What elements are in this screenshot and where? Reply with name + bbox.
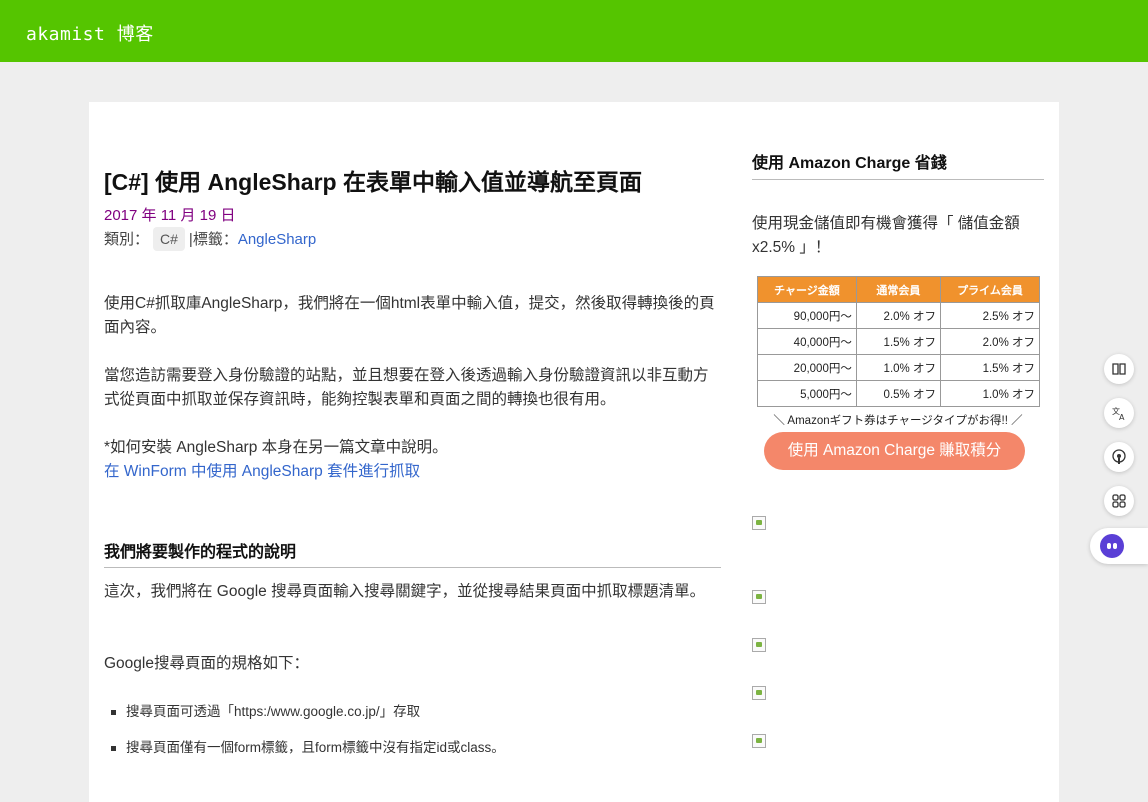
intro-paragraph: 使用C#抓取庫AngleSharp，我們將在一個html表單中輸入值，提交，然後… [104,295,715,336]
table-header: チャージ金額 [757,276,857,303]
table-cell: 2.5% オフ [939,302,1041,329]
amazon-charge-button[interactable]: 使用 Amazon Charge 賺取積分 [764,432,1025,470]
broken-image-icon[interactable] [752,638,766,652]
article: [C#] 使用 AngleSharp 在表單中輸入值並導航至頁面 2017 年 … [104,166,721,755]
table-cell: 20,000円〜 [757,354,857,381]
table-header: 通常会員 [855,276,941,303]
program-description: 這次，我們將在 Google 搜尋頁面輸入搜尋關鍵字，並從搜尋結果頁面中抓取標題… [104,583,706,600]
list-item: 搜尋頁面可透過「https:/www.google.co.jp/」存取 [104,700,721,736]
category-label: 類別： [104,231,150,248]
table-row: 20,000円〜 1.0% オフ 1.5% オフ [757,354,1041,381]
broken-image-icon[interactable] [752,686,766,700]
sidebar-text: 使用現金儲值即有機會獲得「 儲值金額x2.5% 」！ [752,215,1020,256]
article-meta: 類別： C# |標籤：AngleSharp [104,227,721,253]
site-header: akamist 博客 [0,0,1148,62]
table-cell: 5,000円〜 [757,380,857,407]
article-date: 2017 年 11 月 19 日 [104,207,236,224]
winform-article-link[interactable]: 在 WinForm 中使用 AngleSharp 套件進行抓取 [104,463,420,480]
tag-label: |標籤： [188,231,238,248]
svg-text:A: A [1119,413,1125,421]
login-paragraph: 當您造訪需要登入身份驗證的站點，並且想要在登入後透過輸入身份驗證資訊以非互動方式… [104,367,709,408]
table-cell: 0.5% オフ [855,380,941,407]
gift-note: ＼ Amazonギフト券はチャージタイプがお得!! ／ [773,415,1023,427]
tag-link[interactable]: AngleSharp [238,231,316,248]
install-note: *如何安裝 AngleSharp 本身在另一篇文章中說明。 在 WinForm … [104,436,721,484]
spec-list: 搜尋頁面可透過「https:/www.google.co.jp/」存取 搜尋頁面… [104,700,721,772]
broken-image-icon[interactable] [752,590,766,604]
category-link[interactable]: C# [153,227,185,251]
table-cell: 2.0% オフ [939,328,1041,355]
table-cell: 1.0% オフ [855,354,941,381]
install-note-text: *如何安裝 AngleSharp 本身在另一篇文章中說明。 [104,439,448,456]
table-cell: 1.0% オフ [939,380,1041,407]
assistant-button[interactable] [1090,528,1148,564]
table-header-row: チャージ金額 通常会員 プライム会員 [757,276,1041,303]
table-header: プライム会員 [939,276,1041,303]
section-heading: 我們將要製作的程式的說明 [104,542,721,568]
table-cell: 2.0% オフ [855,302,941,329]
apps-icon[interactable] [1104,486,1134,516]
site-title[interactable]: akamist 博客 [26,20,154,46]
sidebar-heading: 使用 Amazon Charge 省錢 [752,152,1044,180]
book-icon[interactable] [1104,354,1134,384]
broken-image-icon[interactable] [752,734,766,748]
translate-icon[interactable]: 文A [1104,398,1134,428]
table-row: 90,000円〜 2.0% オフ 2.5% オフ [757,302,1041,329]
sidebar: 使用 Amazon Charge 省錢 使用現金儲值即有機會獲得「 儲值金額x2… [752,152,1044,470]
broken-image-icon[interactable] [752,516,766,530]
table-row: 5,000円〜 0.5% オフ 1.0% オフ [757,380,1041,407]
table-cell: 40,000円〜 [757,328,857,355]
podcast-icon[interactable] [1104,442,1134,472]
assistant-bot-icon [1100,534,1124,558]
list-item: 搜尋頁面僅有一個form標籤，且form標籤中沒有指定id或class。 [104,736,721,772]
table-cell: 1.5% オフ [939,354,1041,381]
google-spec-intro: Google搜尋頁面的規格如下： [104,655,309,672]
charge-table: チャージ金額 通常会員 プライム会員 90,000円〜 2.0% オフ 2.5%… [757,276,1041,407]
table-cell: 1.5% オフ [855,328,941,355]
table-cell: 90,000円〜 [757,302,857,329]
table-row: 40,000円〜 1.5% オフ 2.0% オフ [757,328,1041,355]
article-title: [C#] 使用 AngleSharp 在表單中輸入值並導航至頁面 [104,169,642,195]
